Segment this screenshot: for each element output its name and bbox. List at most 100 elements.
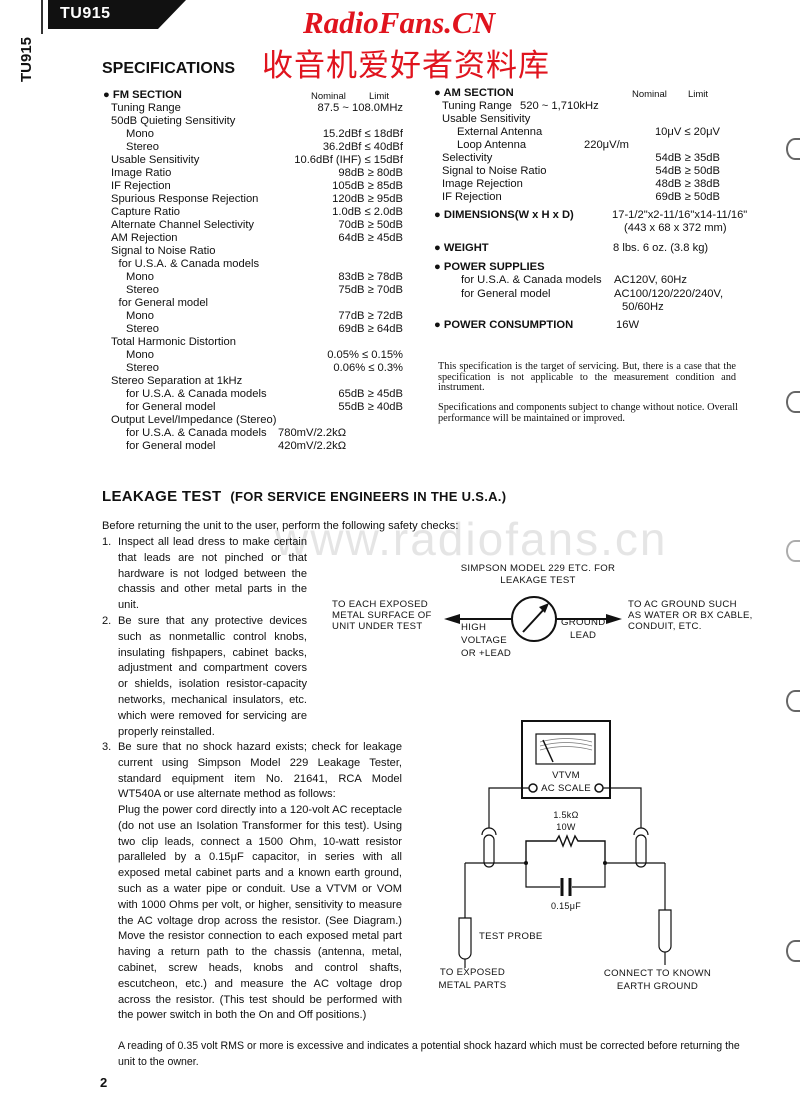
capacitor-wire-left bbox=[525, 863, 560, 888]
am-heading-row: ● AM SECTION Nominal Limit bbox=[434, 87, 724, 100]
spec-label: Mono bbox=[126, 310, 154, 322]
spec-row: for General model 420mV/2.2kΩ bbox=[103, 440, 403, 453]
spec-label: Image Rejection bbox=[442, 178, 523, 190]
spec-value: 780mV/2.2kΩ bbox=[278, 427, 347, 439]
spec-value: 0.06% ≤ 0.3% bbox=[333, 362, 403, 374]
vtvm-label: VTVM bbox=[552, 770, 580, 781]
spec-row: Tuning Range 520 ~ 1,710kHz bbox=[434, 100, 724, 113]
spec-value: 36.2dBf ≤ 40dBf bbox=[322, 141, 403, 153]
resistor-wattage: 10W bbox=[556, 822, 576, 832]
spec-label: Tuning Range bbox=[442, 100, 512, 112]
spec-label: Stereo bbox=[126, 362, 159, 374]
spec-label: 50dB Quieting Sensitivity bbox=[111, 115, 236, 127]
spec-label: Signal to Noise Ratio bbox=[442, 165, 547, 177]
am-heading-text: AM SECTION bbox=[443, 87, 514, 99]
spec-value: 48dB ≥ 38dB bbox=[655, 178, 720, 190]
spec-row: Stereo 36.2dBf ≤ 40dBf bbox=[103, 141, 403, 154]
fm-heading: ● FM SECTION bbox=[103, 89, 182, 101]
spec-label: for U.S.A. & Canada models bbox=[126, 388, 267, 400]
power-supplies-label: ● POWER SUPPLIES bbox=[434, 261, 545, 273]
spec-label: Loop Antenna bbox=[457, 139, 527, 151]
spec-value: 420mV/2.2kΩ bbox=[278, 440, 347, 452]
spec-value: 54dB ≥ 50dB bbox=[655, 165, 720, 177]
spec-label: for General model bbox=[118, 297, 209, 309]
spec-note-change: Specifications and components subject to… bbox=[438, 402, 738, 424]
spec-label: Tuning Range bbox=[111, 102, 181, 114]
spec-label: Spurious Response Rejection bbox=[111, 193, 259, 205]
spec-row: External Antenna 10μV ≤ 20μV bbox=[434, 126, 724, 139]
power-consumption-label: ● POWER CONSUMPTION bbox=[434, 319, 574, 331]
spec-row: Spurious Response Rejection 120dB ≥ 95dB bbox=[103, 193, 403, 206]
probe-right-label-2: EARTH GROUND bbox=[616, 981, 699, 992]
leakage-item-3: 3. Be sure that no shock hazard exists; … bbox=[102, 740, 402, 1040]
spec-label: for General model bbox=[126, 401, 216, 413]
test-probe-left-icon bbox=[458, 917, 472, 960]
test-probe-label: TEST PROBE bbox=[479, 931, 543, 942]
spec-row: Signal to Noise Ratio 54dB ≥ 50dB bbox=[434, 165, 724, 178]
capacitor-wire-right bbox=[572, 863, 606, 888]
power-general-label: for General model bbox=[461, 288, 551, 300]
spec-row: Mono 15.2dBf ≤ 18dBf bbox=[103, 128, 403, 141]
spec-row: for U.S.A. & Canada models bbox=[103, 258, 403, 271]
item-3-text: Be sure that no shock hazard exists; che… bbox=[118, 741, 402, 801]
binder-hole bbox=[786, 540, 800, 562]
resistor-symbol-icon bbox=[525, 834, 606, 863]
fm-heading-text: FM SECTION bbox=[112, 89, 182, 101]
spec-value: 75dB ≥ 70dB bbox=[338, 284, 403, 296]
power-supplies-label-text: POWER SUPPLIES bbox=[443, 261, 545, 273]
spec-label: Signal to Noise Ratio bbox=[111, 245, 216, 257]
spec-row: for General model 55dB ≥ 40dB bbox=[103, 401, 403, 414]
probe-left-label-1: TO EXPOSED bbox=[439, 967, 506, 978]
spec-row: IF Rejection 105dB ≥ 85dB bbox=[103, 180, 403, 193]
spec-value: 87.5 ~ 108.0MHz bbox=[317, 102, 403, 114]
item-3-number: 3. bbox=[102, 741, 112, 753]
spec-value: 69dB ≥ 50dB bbox=[655, 191, 720, 203]
model-tab-slant bbox=[158, 0, 186, 29]
spec-label: for U.S.A. & Canada models bbox=[118, 258, 260, 270]
spec-value: 15.2dBf ≤ 18dBf bbox=[322, 128, 403, 140]
power-usa-label: for U.S.A. & Canada models bbox=[461, 274, 602, 286]
spec-value: 65dB ≥ 45dB bbox=[338, 388, 403, 400]
leakage-intro: Before returning the unit to the user, p… bbox=[102, 520, 459, 532]
test-probe-right-icon bbox=[658, 909, 672, 953]
simpson-meter-graphic bbox=[444, 596, 622, 642]
spec-row: Signal to Noise Ratio bbox=[103, 245, 403, 258]
power-usa-value: AC120V, 60Hz bbox=[614, 274, 687, 286]
resistor-value: 1.5kΩ bbox=[553, 810, 579, 820]
power-general-value: AC100/120/220/240V, bbox=[614, 288, 724, 300]
am-heading: ● AM SECTION bbox=[434, 87, 514, 99]
item-1-text: Inspect all lead dress to make certain t… bbox=[118, 536, 307, 612]
spec-label: AM Rejection bbox=[111, 232, 178, 244]
spec-label: Capture Ratio bbox=[111, 206, 181, 218]
probe-right-label-1: CONNECT TO KNOWN bbox=[603, 968, 712, 979]
spec-label: External Antenna bbox=[457, 126, 543, 138]
dimensions-mm: (443 x 68 x 372 mm) bbox=[624, 222, 727, 234]
page-title: SPECIFICATIONS bbox=[102, 60, 236, 77]
spec-value: 98dB ≥ 80dB bbox=[338, 167, 403, 179]
item-2-text: Be sure that any protective devices such… bbox=[118, 615, 307, 738]
corner-mark bbox=[41, 0, 43, 34]
spec-label: Total Harmonic Distortion bbox=[111, 336, 236, 348]
spec-value: 69dB ≥ 64dB bbox=[338, 323, 403, 335]
page-number: 2 bbox=[100, 1075, 108, 1090]
spec-row: Loop Antenna 220μV/m bbox=[434, 139, 724, 152]
spec-value: 105dB ≥ 85dB bbox=[332, 180, 403, 192]
watermark-title: RadioFans.CN bbox=[303, 5, 496, 40]
binder-hole bbox=[786, 690, 800, 712]
spec-row: Mono 83dB ≥ 78dB bbox=[103, 271, 403, 284]
spec-row: Stereo 0.06% ≤ 0.3% bbox=[103, 362, 403, 375]
spec-label: Selectivity bbox=[442, 152, 493, 164]
binder-hole bbox=[786, 138, 800, 160]
leakage-title: LEAKAGE TEST (FOR SERVICE ENGINEERS IN T… bbox=[102, 488, 506, 505]
right-arrow-icon bbox=[606, 614, 622, 624]
spec-label: IF Rejection bbox=[111, 180, 171, 192]
clip-right-icon bbox=[633, 827, 649, 868]
leakage-subtitle: (FOR SERVICE ENGINEERS IN THE U.S.A.) bbox=[230, 489, 507, 504]
spec-label: Stereo bbox=[126, 323, 159, 335]
spec-value: 0.05% ≤ 0.15% bbox=[327, 349, 403, 361]
side-model-label: TU915 bbox=[18, 36, 35, 82]
weight-label: ● WEIGHT bbox=[434, 242, 489, 254]
dial-scale-arcs bbox=[539, 738, 593, 751]
fm-heading-row: ● FM SECTION Nominal Limit bbox=[103, 89, 403, 102]
spec-label: Output Level/Impedance (Stereo) bbox=[111, 414, 277, 426]
